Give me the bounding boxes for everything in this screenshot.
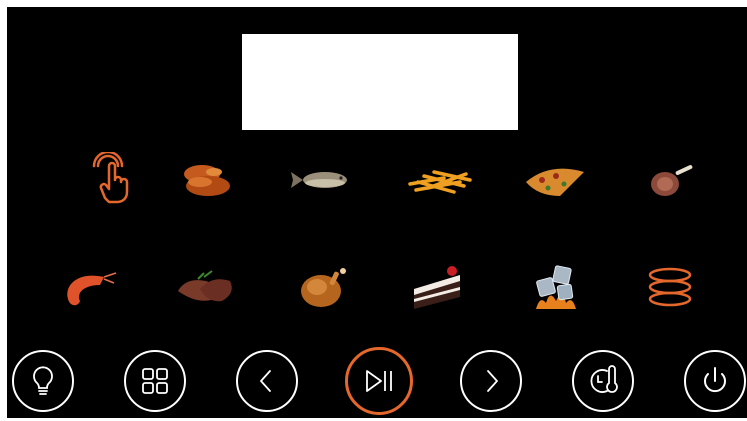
food-defrost[interactable] bbox=[520, 259, 590, 315]
defrost-icon bbox=[536, 265, 576, 309]
food-pizza[interactable] bbox=[520, 152, 590, 208]
pizza-icon bbox=[526, 168, 584, 196]
chicken-wings-icon bbox=[184, 165, 230, 196]
steak-icon bbox=[178, 270, 232, 302]
play-pause-button[interactable] bbox=[345, 347, 413, 415]
next-button[interactable] bbox=[460, 350, 522, 412]
food-fish[interactable] bbox=[287, 152, 357, 208]
heating-rings-icon bbox=[648, 267, 692, 307]
power-button[interactable] bbox=[684, 350, 746, 412]
food-steak[interactable] bbox=[170, 259, 240, 315]
cake-icon bbox=[414, 266, 460, 309]
lightbulb-icon bbox=[33, 366, 53, 395]
timer-temperature-button[interactable] bbox=[572, 350, 634, 412]
food-lamb-chop[interactable] bbox=[635, 152, 705, 208]
fries-icon bbox=[408, 170, 472, 194]
chevron-right-icon bbox=[487, 370, 498, 392]
play-pause-icon bbox=[366, 370, 392, 392]
food-french-fries[interactable] bbox=[404, 152, 474, 208]
food-manual-touch[interactable] bbox=[74, 152, 144, 208]
display-panel bbox=[242, 34, 518, 130]
power-icon bbox=[704, 367, 726, 393]
food-roast-chicken[interactable] bbox=[287, 259, 357, 315]
food-cake[interactable] bbox=[404, 259, 474, 315]
light-button[interactable] bbox=[12, 350, 74, 412]
touch-hand-icon bbox=[92, 152, 129, 204]
food-chicken-wings[interactable] bbox=[170, 152, 240, 208]
grid-icon bbox=[142, 368, 168, 394]
chevron-left-icon bbox=[260, 370, 271, 392]
food-heating-element[interactable] bbox=[635, 259, 705, 315]
roast-chicken-icon bbox=[301, 268, 346, 307]
previous-button[interactable] bbox=[236, 350, 298, 412]
menu-button[interactable] bbox=[124, 350, 186, 412]
timer-thermometer-icon bbox=[590, 365, 618, 393]
control-panel-screen bbox=[7, 7, 747, 418]
shrimp-icon bbox=[67, 272, 117, 306]
fish-icon bbox=[291, 172, 347, 188]
lamb-chop-icon bbox=[651, 165, 693, 196]
food-shrimp[interactable] bbox=[54, 259, 124, 315]
